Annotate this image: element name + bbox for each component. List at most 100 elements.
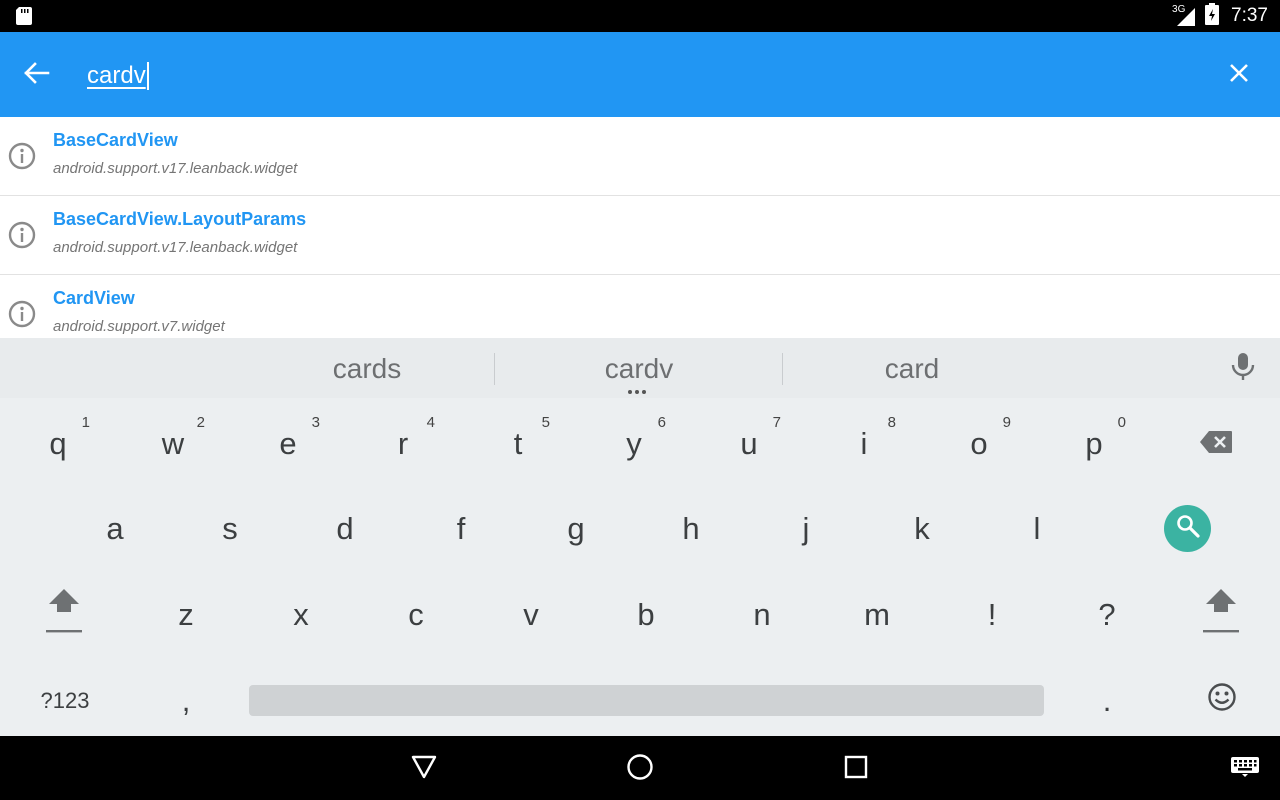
key-label: m	[864, 597, 890, 632]
key-e[interactable]: e3	[238, 404, 338, 484]
key-k[interactable]: k	[872, 489, 972, 569]
search-icon	[1176, 514, 1200, 543]
recents-nav-button[interactable]	[841, 754, 871, 784]
key-exclamation[interactable]: !	[942, 575, 1042, 655]
emoji-key[interactable]	[1172, 661, 1272, 741]
backspace-icon	[1199, 426, 1233, 462]
more-suggestions-icon[interactable]	[628, 390, 646, 394]
key-x[interactable]: x	[251, 575, 351, 655]
key-label: .	[1102, 683, 1112, 718]
search-input[interactable]: cardv	[87, 58, 149, 94]
key-hint: 8	[887, 414, 896, 431]
suggestion-divider	[782, 353, 783, 385]
key-label: d	[336, 511, 354, 546]
key-period[interactable]: .	[1057, 661, 1157, 741]
key-label: j	[802, 511, 810, 546]
keyboard-icon	[1231, 756, 1259, 782]
key-o[interactable]: o9	[929, 404, 1029, 484]
backspace-key[interactable]	[1166, 404, 1266, 484]
key-h[interactable]: h	[641, 489, 741, 569]
back-button[interactable]	[18, 56, 56, 94]
key-hint: 0	[1117, 414, 1126, 431]
key-t[interactable]: t5	[468, 404, 568, 484]
shift-key-left[interactable]	[14, 575, 114, 655]
key-j[interactable]: j	[756, 489, 856, 569]
key-label: v	[523, 597, 539, 632]
keyboard-switch-button[interactable]	[1229, 754, 1261, 784]
key-question[interactable]: ?	[1057, 575, 1157, 655]
key-hint: 3	[311, 414, 320, 431]
key-hint: 1	[81, 414, 90, 431]
key-hint: 2	[196, 414, 205, 431]
key-r[interactable]: r4	[353, 404, 453, 484]
key-label: z	[178, 597, 194, 632]
result-package: android.support.v17.leanback.widget	[53, 160, 298, 177]
square-recents-icon	[844, 755, 868, 784]
key-hint: 4	[426, 414, 435, 431]
key-z[interactable]: z	[136, 575, 236, 655]
symbols-key[interactable]: ?123	[15, 661, 115, 741]
soft-keyboard: cards cardv card q1 w2 e3 r4 t5 y6 u7 i8…	[0, 338, 1280, 736]
result-package: android.support.v17.leanback.widget	[53, 239, 298, 256]
search-query-text: cardv	[87, 62, 146, 89]
key-label: n	[753, 597, 771, 632]
result-item[interactable]: CardView android.support.v7.widget	[0, 275, 1280, 338]
key-d[interactable]: d	[295, 489, 395, 569]
key-s[interactable]: s	[180, 489, 280, 569]
microphone-icon[interactable]	[1230, 352, 1256, 387]
back-nav-button[interactable]	[409, 754, 439, 784]
result-title: CardView	[53, 288, 135, 308]
shift-icon	[46, 586, 82, 644]
key-hint: 7	[772, 414, 781, 431]
search-results-list: BaseCardView android.support.v17.leanbac…	[0, 117, 1280, 338]
key-label: s	[222, 511, 238, 546]
key-f[interactable]: f	[411, 489, 511, 569]
key-y[interactable]: y6	[584, 404, 684, 484]
key-label: k	[914, 511, 930, 546]
shift-key-right[interactable]	[1171, 575, 1271, 655]
suggestion-right[interactable]: card	[832, 352, 992, 386]
navigation-bar	[0, 736, 1280, 800]
key-label: c	[408, 597, 424, 632]
key-i[interactable]: i8	[814, 404, 914, 484]
key-label: p	[1085, 426, 1103, 461]
key-label: ?	[1098, 597, 1116, 632]
key-a[interactable]: a	[65, 489, 165, 569]
key-hint: 6	[657, 414, 666, 431]
info-icon	[8, 300, 36, 333]
circle-home-icon	[626, 753, 654, 786]
triangle-back-icon	[410, 754, 438, 785]
clear-search-button[interactable]	[1220, 56, 1258, 94]
key-label: q	[49, 426, 67, 461]
key-label: f	[456, 511, 466, 546]
suggestion-strip: cards cardv card	[0, 338, 1280, 398]
key-p[interactable]: p0	[1044, 404, 1144, 484]
key-n[interactable]: n	[712, 575, 812, 655]
key-label: ,	[181, 683, 191, 718]
key-u[interactable]: u7	[699, 404, 799, 484]
result-title: BaseCardView.LayoutParams	[53, 209, 307, 229]
key-comma[interactable]: ,	[136, 661, 236, 741]
spacebar[interactable]	[249, 685, 1044, 716]
key-g[interactable]: g	[526, 489, 626, 569]
key-hint: 9	[1002, 414, 1011, 431]
key-c[interactable]: c	[366, 575, 466, 655]
key-v[interactable]: v	[481, 575, 581, 655]
home-nav-button[interactable]	[625, 753, 655, 786]
key-l[interactable]: l	[987, 489, 1087, 569]
sd-card-icon	[16, 7, 32, 30]
screen: 3G 7:37 cardv BaseCardView android.suppo…	[0, 0, 1280, 800]
result-package: android.support.v7.widget	[53, 318, 225, 335]
search-action-key[interactable]	[1164, 505, 1211, 552]
close-icon	[1229, 63, 1249, 88]
result-item[interactable]: BaseCardView.LayoutParams android.suppor…	[0, 196, 1280, 275]
result-item[interactable]: BaseCardView android.support.v17.leanbac…	[0, 117, 1280, 196]
key-label: t	[513, 426, 523, 461]
key-m[interactable]: m	[827, 575, 927, 655]
key-b[interactable]: b	[596, 575, 696, 655]
key-q[interactable]: q1	[8, 404, 108, 484]
info-icon	[8, 142, 36, 175]
suggestion-left[interactable]: cards	[287, 352, 447, 386]
suggestion-center[interactable]: cardv	[559, 352, 719, 386]
key-w[interactable]: w2	[123, 404, 223, 484]
